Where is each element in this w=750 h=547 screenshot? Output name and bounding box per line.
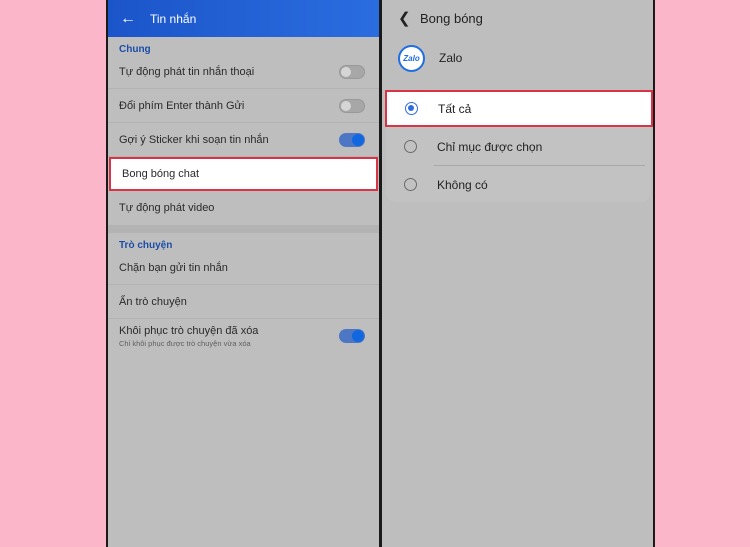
setting-label: Đổi phím Enter thành Gửi	[119, 99, 245, 112]
toggle-switch-off[interactable]	[339, 98, 365, 113]
zalo-logo-icon: Zalo	[398, 44, 425, 72]
option-all[interactable]: Tất cả	[385, 90, 653, 127]
setting-label: Bong bóng chat	[122, 168, 200, 180]
setting-label-group: Khôi phục trò chuyện đã xóa Chỉ khôi phụ…	[119, 325, 258, 348]
page-title: Tin nhắn	[150, 11, 197, 26]
setting-block-messages[interactable]: Chặn bạn gửi tin nhắn	[108, 251, 379, 285]
setting-chat-bubble[interactable]: Bong bóng chat	[109, 157, 378, 191]
setting-label: Ẩn trò chuyện	[119, 295, 187, 308]
options-card: Tất cả Chỉ mục được chọn Không có	[385, 90, 653, 203]
section-divider	[108, 225, 379, 233]
left-screen: ← Tin nhắn Chung Tự động phát tin nhắn t…	[106, 0, 381, 547]
chevron-left-icon[interactable]: ❮	[398, 9, 418, 27]
option-selected-items[interactable]: Chỉ mục được chọn	[386, 128, 651, 165]
section-header-tro-chuyen: Trò chuyện	[108, 233, 379, 251]
setting-sublabel: Chỉ khôi phục được trò chuyện vừa xóa	[119, 338, 251, 348]
option-label: Chỉ mục được chọn	[437, 139, 543, 154]
setting-enter-to-send[interactable]: Đổi phím Enter thành Gửi	[108, 89, 379, 123]
page-title: Bong bóng	[420, 10, 483, 26]
arrow-left-icon[interactable]: ←	[120, 10, 144, 27]
setting-label: Gợi ý Sticker khi soạn tin nhắn	[119, 133, 269, 146]
app-name: Zalo	[439, 51, 463, 65]
setting-sticker-suggest[interactable]: Gợi ý Sticker khi soạn tin nhắn	[108, 123, 379, 157]
setting-label: Tự động phát tin nhắn thoại	[119, 65, 255, 78]
radio-unchecked-icon[interactable]	[404, 178, 417, 191]
right-screen: ❮ Bong bóng Zalo Zalo Tất cả Chỉ mục đượ…	[380, 0, 655, 547]
setting-label: Chặn bạn gửi tin nhắn	[119, 261, 228, 274]
radio-checked-icon[interactable]	[405, 102, 418, 115]
app-row: Zalo Zalo	[382, 36, 653, 80]
setting-restore-chat[interactable]: Khôi phục trò chuyện đã xóa Chỉ khôi phụ…	[108, 319, 379, 353]
setting-hide-chat[interactable]: Ẩn trò chuyện	[108, 285, 379, 319]
setting-auto-play-video[interactable]: Tự động phát video	[108, 191, 379, 225]
header: ❮ Bong bóng	[382, 0, 653, 36]
toggle-switch-off[interactable]	[339, 64, 365, 79]
setting-label: Khôi phục trò chuyện đã xóa	[119, 324, 259, 337]
section-header-chung: Chung	[108, 37, 379, 55]
top-bar: ← Tin nhắn	[108, 0, 379, 37]
setting-auto-play-voice[interactable]: Tự động phát tin nhắn thoại	[108, 55, 379, 89]
toggle-switch-on[interactable]	[339, 132, 365, 147]
option-none[interactable]: Không có	[386, 166, 651, 203]
radio-unchecked-icon[interactable]	[404, 140, 417, 153]
setting-label: Tự động phát video	[119, 202, 215, 214]
toggle-switch-on[interactable]	[339, 329, 365, 343]
option-label: Tất cả	[438, 101, 472, 116]
option-label: Không có	[437, 177, 488, 192]
